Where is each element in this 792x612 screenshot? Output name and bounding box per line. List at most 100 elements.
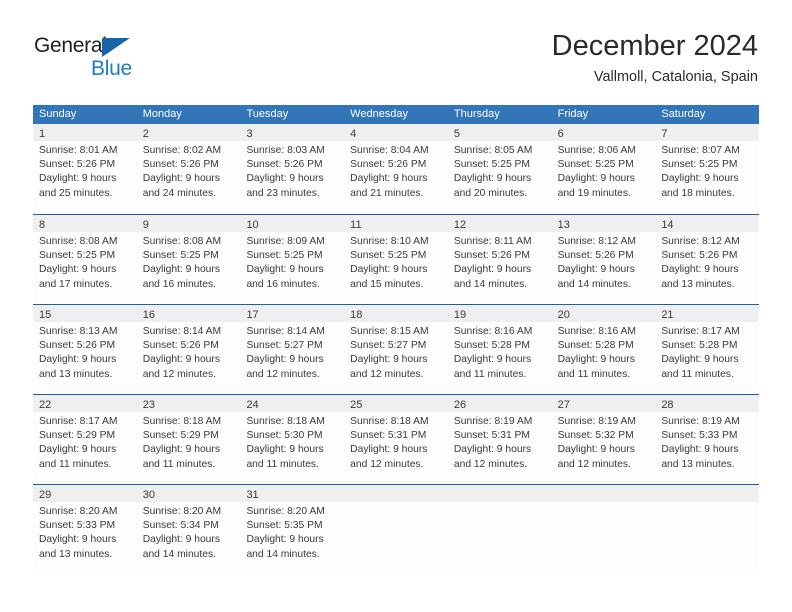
sunrise-text: Sunrise: 8:20 AM xyxy=(142,506,222,517)
day-details: Sunrise: 8:06 AM Sunset: 5:25 PM Dayligh… xyxy=(552,141,656,201)
day-number: 18 xyxy=(350,309,363,321)
day-cell[interactable]: 10 Sunrise: 8:09 AM Sunset: 5:25 PM Dayl… xyxy=(240,215,345,304)
day-cell[interactable]: 19 Sunrise: 8:16 AM Sunset: 5:28 PM Dayl… xyxy=(447,305,552,394)
day-number-band: 3 xyxy=(240,124,345,141)
day-number-band: 15 xyxy=(33,305,137,322)
day-cell[interactable]: 11 Sunrise: 8:10 AM Sunset: 5:25 PM Dayl… xyxy=(344,215,448,304)
day-cell[interactable]: 30 Sunrise: 8:20 AM Sunset: 5:34 PM Dayl… xyxy=(136,485,241,574)
day-number-band: 13 xyxy=(551,215,656,232)
logo-triangle-icon xyxy=(102,38,130,57)
day-cell[interactable]: 31 Sunrise: 8:20 AM Sunset: 5:35 PM Dayl… xyxy=(240,485,345,574)
day-number-band: 7 xyxy=(655,124,760,141)
day-details: Sunrise: 8:10 AM Sunset: 5:25 PM Dayligh… xyxy=(344,232,448,292)
daylight-text-line1: Daylight: 9 hours xyxy=(557,354,635,366)
daylight-text-line2: and 12 minutes. xyxy=(350,368,424,380)
day-details: Sunrise: 8:01 AM Sunset: 5:26 PM Dayligh… xyxy=(33,141,137,201)
daylight-text-line2: and 23 minutes. xyxy=(246,187,320,199)
sunrise-text: Sunrise: 8:07 AM xyxy=(661,145,740,156)
day-number: 16 xyxy=(142,309,155,321)
day-number: 17 xyxy=(246,309,259,321)
day-cell[interactable]: 8 Sunrise: 8:08 AM Sunset: 5:25 PM Dayli… xyxy=(33,215,137,304)
day-cell[interactable]: 3 Sunrise: 8:03 AM Sunset: 5:26 PM Dayli… xyxy=(240,124,345,214)
day-number-band xyxy=(344,485,448,502)
daylight-text-line1: Daylight: 9 hours xyxy=(453,444,532,456)
day-cell[interactable]: 22 Sunrise: 8:17 AM Sunset: 5:29 PM Dayl… xyxy=(33,395,137,484)
day-number: 30 xyxy=(142,489,155,501)
daylight-text-line2: and 24 minutes. xyxy=(142,187,216,199)
day-details: Sunrise: 8:08 AM Sunset: 5:25 PM Dayligh… xyxy=(137,232,241,292)
sunset-text: Sunset: 5:29 PM xyxy=(142,430,219,442)
sunset-text: Sunset: 5:31 PM xyxy=(350,430,427,442)
day-cell[interactable]: 28 Sunrise: 8:19 AM Sunset: 5:33 PM Dayl… xyxy=(655,395,760,484)
daylight-text-line1: Daylight: 9 hours xyxy=(557,264,635,276)
day-details: Sunrise: 8:18 AM Sunset: 5:31 PM Dayligh… xyxy=(344,412,448,472)
day-details: Sunrise: 8:19 AM Sunset: 5:33 PM Dayligh… xyxy=(655,412,759,472)
day-number: 15 xyxy=(39,309,52,321)
daylight-text-line1: Daylight: 9 hours xyxy=(142,534,220,546)
sunset-text: Sunset: 5:28 PM xyxy=(557,340,634,352)
day-cell[interactable]: 4 Sunrise: 8:04 AM Sunset: 5:26 PM Dayli… xyxy=(344,124,448,214)
day-cell[interactable]: 1 Sunrise: 8:01 AM Sunset: 5:26 PM Dayli… xyxy=(33,124,137,214)
day-cell[interactable]: 6 Sunrise: 8:06 AM Sunset: 5:25 PM Dayli… xyxy=(551,124,656,214)
day-cell[interactable]: 14 Sunrise: 8:12 AM Sunset: 5:26 PM Dayl… xyxy=(655,215,760,304)
day-number-band: 30 xyxy=(136,485,241,502)
page-header: General Blue December 2024 Vallmoll, Cat… xyxy=(0,0,792,100)
day-number-band: 2 xyxy=(136,124,241,141)
day-number-band: 16 xyxy=(136,305,241,322)
day-number: 28 xyxy=(661,399,674,411)
sunset-text: Sunset: 5:26 PM xyxy=(350,159,427,171)
day-cell[interactable]: 16 Sunrise: 8:14 AM Sunset: 5:26 PM Dayl… xyxy=(136,305,241,394)
day-details: Sunrise: 8:20 AM Sunset: 5:35 PM Dayligh… xyxy=(240,502,344,562)
day-cell[interactable]: 15 Sunrise: 8:13 AM Sunset: 5:26 PM Dayl… xyxy=(33,305,137,394)
day-cell[interactable]: 7 Sunrise: 8:07 AM Sunset: 5:25 PM Dayli… xyxy=(655,124,760,214)
day-number-band: 12 xyxy=(447,215,552,232)
day-details: Sunrise: 8:20 AM Sunset: 5:34 PM Dayligh… xyxy=(137,502,241,562)
daylight-text-line2: and 13 minutes. xyxy=(661,278,735,290)
title-block: December 2024 Vallmoll, Catalonia, Spain xyxy=(552,28,758,88)
sunset-text: Sunset: 5:25 PM xyxy=(453,159,531,171)
sunrise-text: Sunrise: 8:20 AM xyxy=(39,506,118,517)
day-details: Sunrise: 8:12 AM Sunset: 5:26 PM Dayligh… xyxy=(552,232,656,292)
day-cell[interactable]: 13 Sunrise: 8:12 AM Sunset: 5:26 PM Dayl… xyxy=(551,215,656,304)
day-cell[interactable]: 20 Sunrise: 8:16 AM Sunset: 5:28 PM Dayl… xyxy=(551,305,656,394)
day-cell[interactable]: 27 Sunrise: 8:19 AM Sunset: 5:32 PM Dayl… xyxy=(551,395,656,484)
sunset-text: Sunset: 5:32 PM xyxy=(557,430,634,442)
daylight-text-line1: Daylight: 9 hours xyxy=(246,444,324,456)
day-details: Sunrise: 8:09 AM Sunset: 5:25 PM Dayligh… xyxy=(240,232,344,292)
day-details: Sunrise: 8:18 AM Sunset: 5:29 PM Dayligh… xyxy=(137,412,241,472)
day-cell[interactable]: 18 Sunrise: 8:15 AM Sunset: 5:27 PM Dayl… xyxy=(344,305,448,394)
general-blue-logo[interactable]: General Blue xyxy=(34,34,164,84)
daylight-text-line1: Daylight: 9 hours xyxy=(350,173,428,185)
day-number-band: 6 xyxy=(551,124,656,141)
daylight-text-line2: and 12 minutes. xyxy=(246,368,320,380)
day-number-band: 29 xyxy=(33,485,137,502)
day-cell[interactable]: 26 Sunrise: 8:19 AM Sunset: 5:31 PM Dayl… xyxy=(447,395,552,484)
day-cell[interactable]: 17 Sunrise: 8:14 AM Sunset: 5:27 PM Dayl… xyxy=(240,305,345,394)
daylight-text-line2: and 16 minutes. xyxy=(142,278,216,290)
day-details: Sunrise: 8:08 AM Sunset: 5:25 PM Dayligh… xyxy=(33,232,137,292)
day-details: Sunrise: 8:17 AM Sunset: 5:28 PM Dayligh… xyxy=(655,322,759,382)
day-number-band: 11 xyxy=(344,215,448,232)
day-cell[interactable]: 25 Sunrise: 8:18 AM Sunset: 5:31 PM Dayl… xyxy=(344,395,448,484)
day-cell[interactable]: 24 Sunrise: 8:18 AM Sunset: 5:30 PM Dayl… xyxy=(240,395,345,484)
day-cell[interactable]: 2 Sunrise: 8:02 AM Sunset: 5:26 PM Dayli… xyxy=(136,124,241,214)
sunrise-text: Sunrise: 8:14 AM xyxy=(246,326,325,337)
daylight-text-line2: and 18 minutes. xyxy=(661,187,735,199)
day-details: Sunrise: 8:14 AM Sunset: 5:26 PM Dayligh… xyxy=(137,322,241,382)
day-details: Sunrise: 8:16 AM Sunset: 5:28 PM Dayligh… xyxy=(552,322,656,382)
day-cell[interactable]: 12 Sunrise: 8:11 AM Sunset: 5:26 PM Dayl… xyxy=(447,215,552,304)
daylight-text-line1: Daylight: 9 hours xyxy=(661,444,739,456)
day-number-band: 5 xyxy=(447,124,552,141)
day-cell[interactable]: 29 Sunrise: 8:20 AM Sunset: 5:33 PM Dayl… xyxy=(33,485,137,574)
daylight-text-line2: and 11 minutes. xyxy=(557,368,631,380)
page-title: December 2024 xyxy=(551,30,758,62)
day-cell[interactable]: 23 Sunrise: 8:18 AM Sunset: 5:29 PM Dayl… xyxy=(136,395,241,484)
sunset-text: Sunset: 5:27 PM xyxy=(246,340,323,352)
day-number: 25 xyxy=(350,399,363,411)
day-cell[interactable]: 5 Sunrise: 8:05 AM Sunset: 5:25 PM Dayli… xyxy=(447,124,552,214)
sunrise-text: Sunrise: 8:19 AM xyxy=(661,416,740,427)
daylight-text-line1: Daylight: 9 hours xyxy=(350,354,428,366)
day-cell[interactable]: 21 Sunrise: 8:17 AM Sunset: 5:28 PM Dayl… xyxy=(655,305,760,394)
daylight-text-line2: and 11 minutes. xyxy=(661,368,734,380)
day-cell[interactable]: 9 Sunrise: 8:08 AM Sunset: 5:25 PM Dayli… xyxy=(136,215,241,304)
